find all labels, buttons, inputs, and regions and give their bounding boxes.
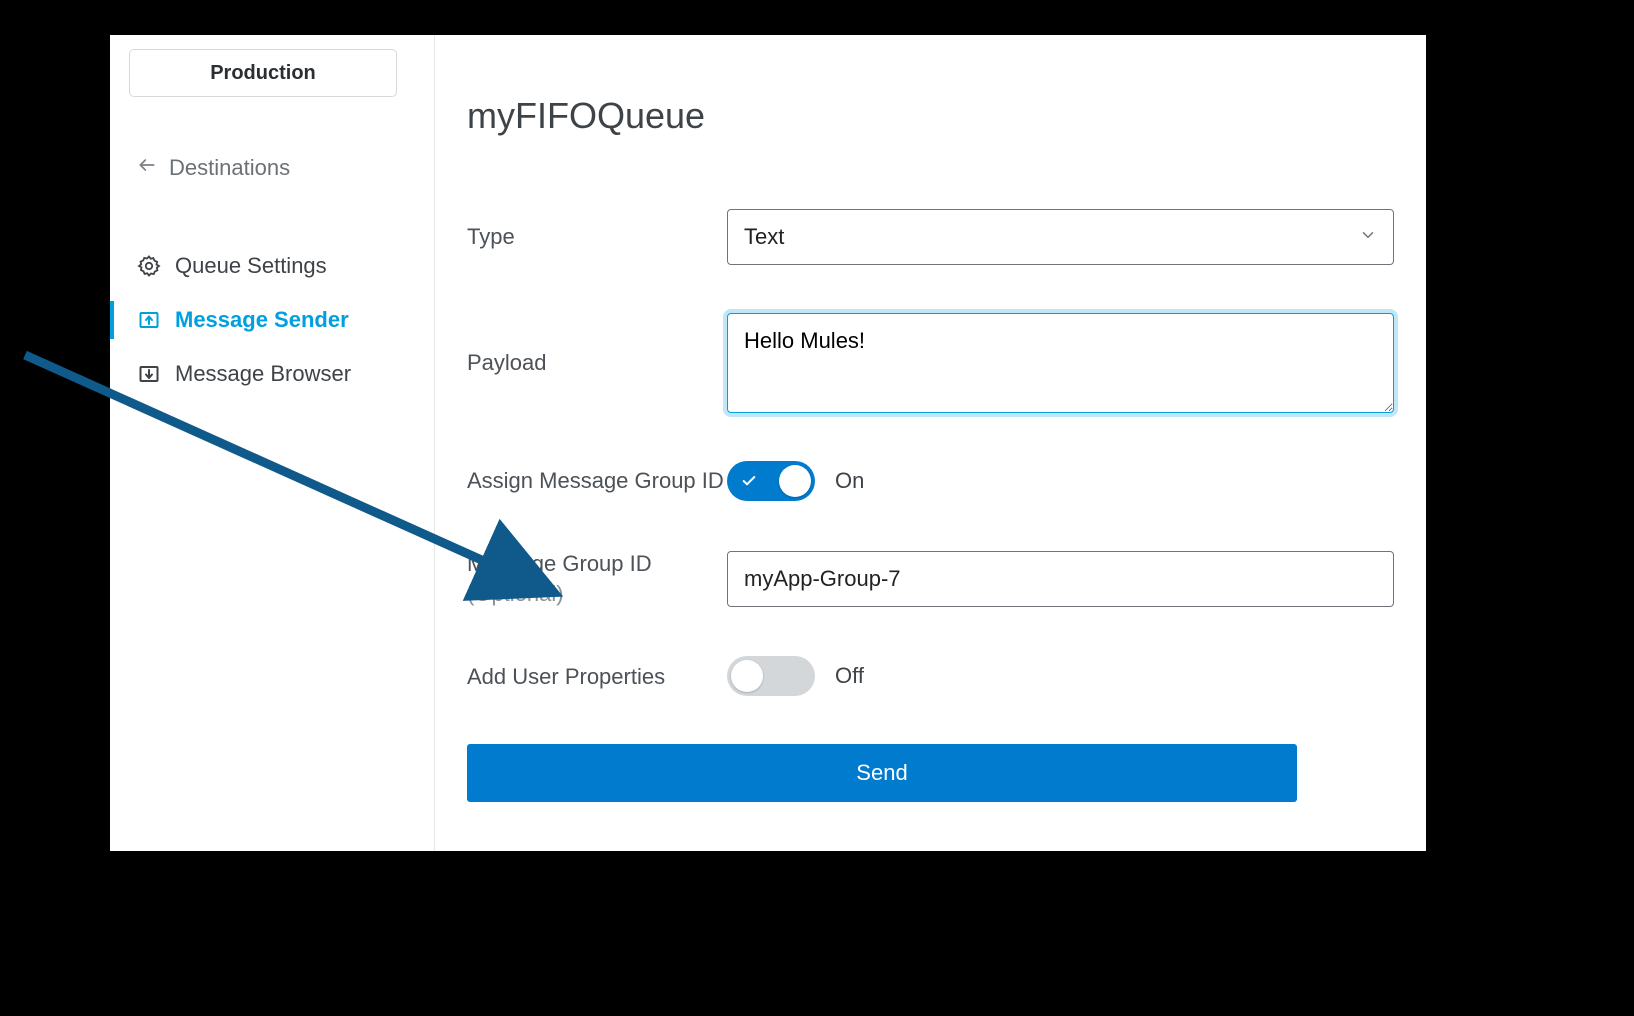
assign-group-state: On <box>835 468 864 494</box>
nav-item-label: Message Sender <box>175 307 349 333</box>
nav-item-label: Message Browser <box>175 361 351 387</box>
check-icon <box>741 473 757 494</box>
message-group-label: Message Group ID (Optional) <box>467 549 727 608</box>
user-props-label: Add User Properties <box>467 662 727 692</box>
user-props-toggle[interactable] <box>727 656 815 696</box>
chevron-down-icon <box>1359 224 1377 250</box>
payload-textarea[interactable] <box>727 313 1394 413</box>
send-button[interactable]: Send <box>467 744 1297 802</box>
main-content: myFIFOQueue Type Text Payload <box>435 35 1426 851</box>
app-panel: Production Destinations Queue Settings <box>110 35 1426 851</box>
type-label: Type <box>467 222 727 252</box>
payload-label: Payload <box>467 348 727 378</box>
sidebar: Production Destinations Queue Settings <box>110 35 435 851</box>
message-group-input[interactable] <box>727 551 1394 607</box>
assign-group-label: Assign Message Group ID <box>467 466 727 496</box>
upload-tray-icon <box>137 308 161 332</box>
back-destinations-link[interactable]: Destinations <box>125 149 419 187</box>
nav-item-label: Queue Settings <box>175 253 327 279</box>
user-props-state: Off <box>835 663 864 689</box>
assign-group-toggle[interactable] <box>727 461 815 501</box>
page-title: myFIFOQueue <box>467 95 1394 137</box>
nav-message-browser[interactable]: Message Browser <box>125 347 419 401</box>
download-tray-icon <box>137 362 161 386</box>
nav-message-sender[interactable]: Message Sender <box>125 293 419 347</box>
gear-icon <box>137 254 161 278</box>
environment-select[interactable]: Production <box>129 49 397 97</box>
nav-queue-settings[interactable]: Queue Settings <box>125 239 419 293</box>
type-select-value: Text <box>744 224 784 250</box>
toggle-knob <box>731 660 763 692</box>
arrow-left-icon <box>137 155 157 181</box>
type-select[interactable]: Text <box>727 209 1394 265</box>
toggle-knob <box>779 465 811 497</box>
back-link-label: Destinations <box>169 155 290 181</box>
